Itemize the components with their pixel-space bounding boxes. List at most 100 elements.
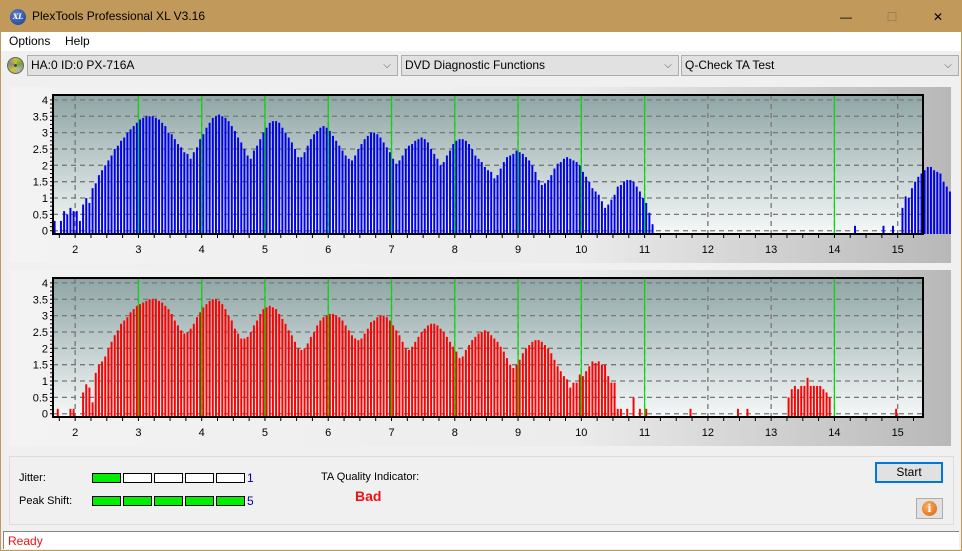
bar	[404, 348, 407, 417]
bar	[116, 145, 119, 234]
bar	[268, 305, 271, 417]
title-bar: XL PlexTools Professional XL V3.16 — ☐ ✕	[1, 1, 961, 32]
bar	[259, 139, 262, 234]
bar	[632, 181, 635, 234]
info-button[interactable]: i	[916, 498, 943, 519]
menu-help[interactable]: Help	[65, 34, 90, 48]
bar	[793, 385, 796, 417]
x-tick-label: 14	[828, 427, 840, 439]
x-tick-label: 2	[72, 427, 78, 439]
bar	[385, 317, 388, 417]
bar	[477, 158, 480, 234]
bar	[120, 323, 123, 417]
bar	[110, 341, 113, 417]
bar	[445, 336, 448, 417]
bar	[192, 152, 195, 234]
bar	[104, 165, 107, 234]
bar	[82, 392, 85, 417]
x-tick-label: 2	[72, 244, 78, 256]
bar	[442, 162, 445, 234]
bar	[252, 150, 255, 234]
bar	[290, 335, 293, 417]
bottom-chart: 0 0.5 1 1.5 2 2.5 3 3.5 4 2 3 4 5 6 7 8 9 10 11 12 13 14 15	[33, 277, 924, 439]
bar	[357, 340, 360, 417]
bar	[458, 139, 461, 234]
bar	[363, 333, 366, 417]
bar	[183, 152, 186, 234]
function-select[interactable]: DVD Diagnostic Functions ⌵	[401, 55, 679, 76]
close-button[interactable]: ✕	[915, 1, 961, 32]
x-tick-label: 13	[765, 427, 777, 439]
bar	[139, 119, 142, 234]
bar	[170, 313, 173, 417]
bar	[623, 181, 626, 234]
bar	[895, 408, 898, 417]
bar	[347, 158, 350, 234]
bar	[411, 346, 414, 417]
bar	[423, 328, 426, 417]
bar	[499, 168, 502, 234]
bar	[518, 359, 521, 417]
bar	[518, 152, 521, 234]
bar	[189, 328, 192, 417]
x-tick-label: 7	[388, 427, 394, 439]
y-tick-label: 2	[42, 343, 48, 355]
bar	[294, 341, 297, 417]
bar	[208, 122, 211, 234]
bar	[449, 341, 452, 417]
bar	[290, 142, 293, 234]
minimize-button[interactable]: —	[823, 1, 869, 32]
bar	[464, 349, 467, 417]
bar	[335, 315, 338, 417]
bar	[635, 186, 638, 234]
bar	[430, 148, 433, 234]
bar	[420, 137, 423, 234]
bar	[525, 348, 527, 417]
bar	[154, 299, 157, 417]
drive-select[interactable]: HA:0 ID:0 PX-716A ⌵	[27, 55, 398, 76]
bar	[218, 300, 221, 417]
start-button[interactable]: Start	[875, 462, 943, 483]
bar	[578, 165, 581, 234]
bar	[575, 162, 578, 234]
bar	[154, 117, 157, 234]
x-tick-label: 6	[325, 427, 331, 439]
bar	[180, 147, 183, 234]
jitter-meter-segment	[216, 473, 245, 483]
bar	[202, 134, 205, 234]
bar	[537, 180, 540, 234]
bar	[395, 163, 398, 234]
bar	[233, 328, 236, 417]
bar	[262, 309, 265, 417]
y-tick-label: 3	[42, 311, 48, 323]
bar	[249, 158, 252, 234]
bar	[316, 130, 319, 234]
window-title: PlexTools Professional XL V3.16	[32, 9, 205, 23]
bar	[433, 153, 436, 234]
bar	[550, 175, 553, 234]
bar	[809, 385, 812, 417]
x-tick-label: 15	[892, 244, 904, 256]
x-tick-label: 8	[452, 244, 458, 256]
ta-quality-value: Bad	[355, 488, 382, 504]
maximize-button[interactable]: ☐	[869, 1, 915, 32]
bar	[148, 116, 151, 234]
bar	[303, 152, 306, 234]
bar	[189, 158, 192, 234]
x-tick-label: 6	[325, 244, 331, 256]
bar	[426, 142, 429, 234]
bar	[195, 147, 198, 234]
bar	[116, 330, 119, 417]
jitter-label: Jitter:	[19, 472, 46, 484]
test-select[interactable]: Q-Check TA Test ⌵	[681, 55, 959, 76]
bar	[629, 180, 632, 234]
bar	[145, 300, 148, 417]
bar	[411, 144, 414, 234]
bar	[442, 331, 445, 417]
menu-options[interactable]: Options	[9, 34, 50, 48]
y-tick-label: 1	[42, 193, 48, 205]
bar	[297, 348, 300, 417]
bar	[613, 382, 616, 417]
bar	[170, 134, 173, 234]
jitter-meter-segment	[185, 473, 214, 483]
